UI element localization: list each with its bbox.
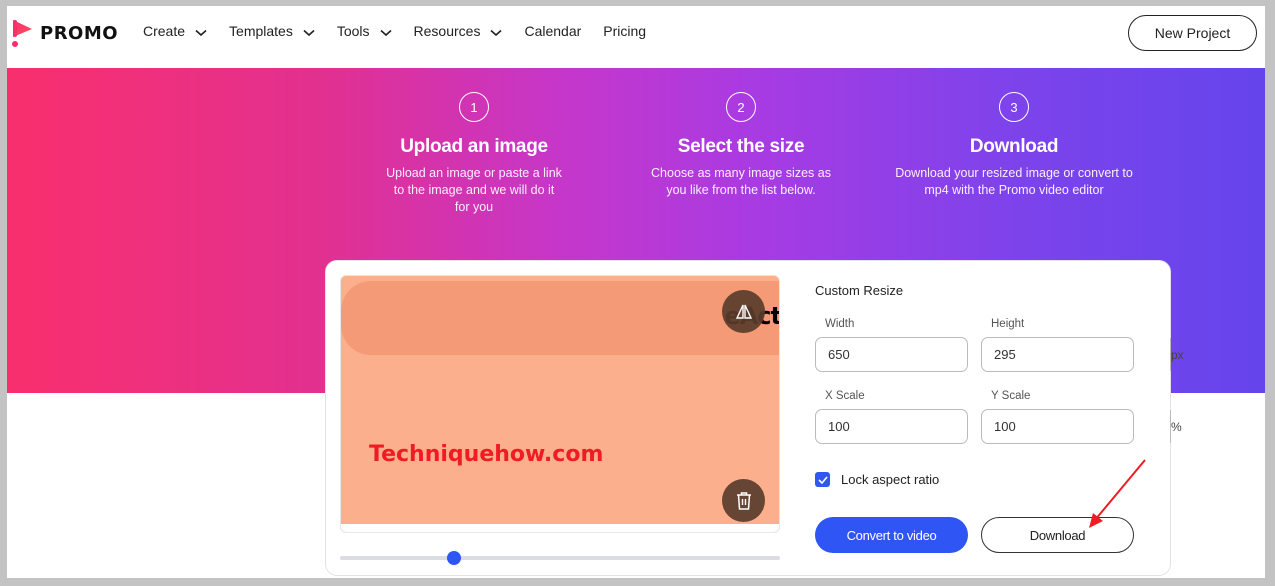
step-select-size: 2 Select the size Choose as many image s… <box>611 92 871 199</box>
step-number-badge: 3 <box>999 92 1029 122</box>
nav-label: Pricing <box>603 23 647 39</box>
width-input[interactable] <box>816 338 1004 371</box>
slider-thumb[interactable] <box>446 551 461 565</box>
preview-bottom-edge <box>341 524 779 532</box>
chevron-down-icon <box>195 29 207 36</box>
custom-resize-title: Custom Resize <box>815 283 904 298</box>
chevron-down-icon <box>490 29 502 36</box>
y-scale-unit: % <box>1170 410 1182 443</box>
trash-icon <box>736 491 751 510</box>
y-scale-input[interactable] <box>982 410 1170 443</box>
new-project-button[interactable]: New Project <box>1128 15 1257 51</box>
step-upload: 1 Upload an image Upload an image or pas… <box>344 92 604 216</box>
x-scale-input[interactable] <box>816 410 1004 443</box>
checkmark-icon <box>817 475 828 484</box>
top-navbar: PROMO Create Templates Tools Resources C… <box>7 6 1265 68</box>
nav-label: Tools <box>336 23 370 39</box>
lock-aspect-checkbox[interactable] <box>815 472 830 487</box>
height-label: Height <box>991 318 1025 330</box>
step-description: Upload an image or paste a link to the i… <box>386 166 562 214</box>
promo-logo-icon <box>12 20 32 47</box>
watermark-text: Techniquehow.com <box>369 442 604 467</box>
nav-resources[interactable]: Resources <box>414 23 503 39</box>
image-preview: eAct Techniquehow.com <box>340 275 780 533</box>
step-title: Download <box>969 136 1059 157</box>
step-description: Choose as many image sizes as you like f… <box>651 166 831 197</box>
promo-logo[interactable]: PROMO <box>10 16 118 50</box>
nav-label: Calendar <box>524 23 582 39</box>
nav-create[interactable]: Create <box>143 23 207 39</box>
x-scale-field[interactable]: % <box>815 409 1016 444</box>
download-button[interactable]: Download <box>981 517 1134 553</box>
slider-track <box>340 556 780 560</box>
page: PROMO Create Templates Tools Resources C… <box>7 6 1265 578</box>
lock-aspect-ratio-toggle[interactable]: Lock aspect ratio <box>815 472 939 487</box>
step-number-badge: 1 <box>459 92 489 122</box>
delete-image-button[interactable] <box>722 479 765 522</box>
nav-templates[interactable]: Templates <box>229 23 315 39</box>
width-field[interactable]: px <box>815 337 1018 372</box>
preview-banner <box>341 281 779 355</box>
chevron-down-icon <box>303 29 315 36</box>
convert-to-video-button[interactable]: Convert to video <box>815 517 968 553</box>
x-scale-label: X Scale <box>825 390 865 402</box>
step-title: Select the size <box>677 136 805 157</box>
height-input[interactable] <box>982 338 1170 371</box>
zoom-slider[interactable] <box>340 551 780 565</box>
y-scale-label: Y Scale <box>991 390 1031 402</box>
nav-label: Resources <box>413 23 481 39</box>
nav-pricing[interactable]: Pricing <box>603 23 646 39</box>
step-download: 3 Download Download your resized image o… <box>884 92 1144 199</box>
step-title: Upload an image <box>400 136 548 157</box>
step-description: Download your resized image or convert t… <box>895 166 1133 197</box>
y-scale-field[interactable]: % <box>981 409 1182 444</box>
flip-horizontal-icon <box>735 304 752 319</box>
brand-name: PROMO <box>40 22 119 44</box>
nav-label: Templates <box>229 23 293 39</box>
nav-label: Create <box>143 23 186 39</box>
lock-aspect-label: Lock aspect ratio <box>841 472 940 487</box>
chevron-down-icon <box>379 29 392 36</box>
resize-card: eAct Techniquehow.com <box>325 260 1184 576</box>
width-label: Width <box>825 318 855 330</box>
height-unit: px <box>1170 338 1184 371</box>
flip-button[interactable] <box>722 290 765 333</box>
main-nav: Create Templates Tools Resources Calenda… <box>143 23 668 39</box>
nav-tools[interactable]: Tools <box>337 23 392 39</box>
height-field[interactable]: px <box>981 337 1184 372</box>
nav-calendar[interactable]: Calendar <box>524 23 581 39</box>
step-number-badge: 2 <box>726 92 756 122</box>
